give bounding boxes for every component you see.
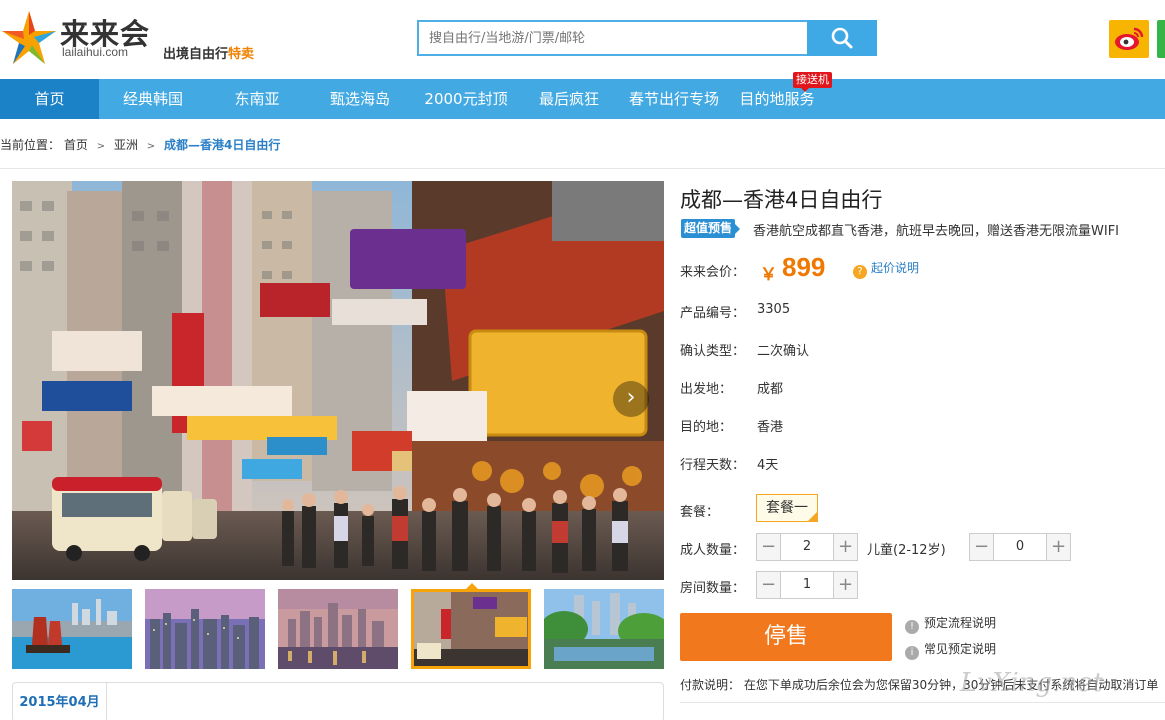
- adult-label: 成人数量：: [680, 543, 746, 558]
- logo-star-icon: [2, 11, 56, 64]
- payment-note-label: 付款说明：: [680, 678, 741, 692]
- booking-process-label: 预定流程说明: [924, 616, 997, 630]
- logo-domain: lailaihui.com: [62, 45, 129, 59]
- room-label: 房间数量：: [680, 581, 746, 596]
- room-minus-button[interactable]: −: [757, 572, 781, 598]
- breadcrumb-separator: >: [96, 141, 106, 152]
- product-id-value: 3305: [757, 302, 791, 317]
- price-label: 来来会价：: [680, 265, 746, 280]
- site-header: 来来会 lailaihui.com 出境自由行特卖: [0, 0, 1165, 79]
- booking-faq-link[interactable]: i 常见预定说明: [905, 640, 996, 660]
- search-bar: [417, 20, 877, 56]
- package-label: 套餐：: [680, 505, 720, 520]
- divider: [680, 702, 1165, 703]
- nav-badge-airport-transfer: 接送机: [793, 72, 832, 92]
- field-label: 行程天数：: [680, 458, 746, 473]
- hong-kong-street-photo: [12, 181, 664, 580]
- price-symbol: ￥: [760, 265, 777, 285]
- price-value: 899: [782, 252, 826, 282]
- field-label: 出发地：: [680, 382, 733, 397]
- breadcrumb-separator: >: [146, 141, 156, 152]
- adult-count-input[interactable]: 2: [782, 534, 832, 560]
- park-thumbnail: [544, 589, 664, 669]
- departure-calendar: 2015年04月: [12, 682, 664, 720]
- adult-stepper: − 2 +: [756, 533, 858, 561]
- child-count-input[interactable]: 0: [995, 534, 1045, 560]
- nav-home[interactable]: 首页: [0, 79, 99, 119]
- stop-sale-button[interactable]: 停售: [680, 613, 892, 661]
- next-photo-button[interactable]: ›: [613, 381, 649, 417]
- breadcrumb-current: 成都—香港4日自由行: [163, 138, 281, 152]
- room-plus-button[interactable]: +: [833, 572, 857, 598]
- search-icon: [831, 27, 853, 49]
- child-stepper: − 0 +: [969, 533, 1071, 561]
- child-minus-button[interactable]: −: [970, 534, 994, 560]
- promo-badge: 超值预售: [681, 219, 741, 238]
- adult-plus-button[interactable]: +: [833, 534, 857, 560]
- breadcrumb: 当前位置： 首页 > 亚洲 > 成都—香港4日自由行: [0, 137, 280, 153]
- harbor-junk-thumbnail: [12, 589, 132, 669]
- field-label: 产品编号：: [680, 306, 746, 321]
- thumbnail[interactable]: [12, 589, 132, 669]
- nav-korea[interactable]: 经典韩国: [99, 79, 207, 119]
- victoria-harbour-thumbnail: [278, 589, 398, 669]
- info-icon: !: [905, 620, 919, 634]
- field-label: 目的地：: [680, 420, 733, 435]
- thumbnail[interactable]: [145, 589, 265, 669]
- thumbnail-strip: [12, 589, 664, 669]
- duration-value: 4天: [757, 458, 779, 473]
- promo-text: 香港航空成都直飞香港，航班早去晚回，赠送香港无限流量WIFI: [753, 224, 1119, 239]
- nav-islands[interactable]: 甄选海岛: [307, 79, 413, 119]
- confirm-type-value: 二次确认: [757, 344, 810, 359]
- calendar-month[interactable]: 2015年04月: [13, 683, 107, 720]
- divider: [0, 168, 1165, 169]
- wechat-icon[interactable]: [1157, 20, 1165, 58]
- breadcrumb-prefix: 当前位置：: [0, 138, 61, 152]
- nav-last-minute[interactable]: 最后疯狂: [519, 79, 619, 119]
- watermark: LvXing.net: [960, 668, 1104, 698]
- weibo-button[interactable]: [1109, 20, 1149, 58]
- booking-process-link[interactable]: ! 预定流程说明: [905, 614, 996, 634]
- room-count-input[interactable]: 1: [782, 572, 832, 598]
- search-input[interactable]: [417, 20, 807, 56]
- info-icon: i: [905, 646, 919, 660]
- slogan-main: 出境自由行: [163, 47, 229, 62]
- child-plus-button[interactable]: +: [1046, 534, 1070, 560]
- skyline-dusk-thumbnail: [145, 589, 265, 669]
- main-nav: 首页 经典韩国 东南亚 甄选海岛 2000元封顶 最后疯狂 春节出行专场 目的地…: [0, 79, 1165, 119]
- room-stepper: − 1 +: [756, 571, 858, 599]
- breadcrumb-asia[interactable]: 亚洲: [114, 137, 138, 153]
- weibo-icon: [1115, 27, 1144, 50]
- departure-value: 成都: [757, 382, 784, 397]
- site-logo[interactable]: 来来会 lailaihui.com 出境自由行特卖: [0, 5, 300, 69]
- chevron-right-icon: ›: [626, 385, 636, 410]
- price-help-label: 起价说明: [871, 261, 920, 275]
- booking-faq-label: 常见预定说明: [924, 642, 997, 656]
- breadcrumb-home[interactable]: 首页: [64, 137, 88, 153]
- question-icon: ?: [853, 265, 867, 279]
- product-title: 成都—香港4日自由行: [680, 188, 883, 212]
- package-option[interactable]: 套餐一: [756, 494, 818, 522]
- nav-2000-cap[interactable]: 2000元封顶: [413, 79, 519, 119]
- field-label: 确认类型：: [680, 344, 746, 359]
- destination-value: 香港: [757, 420, 784, 435]
- adult-minus-button[interactable]: −: [757, 534, 781, 560]
- price-help-link[interactable]: ? 起价说明: [853, 259, 919, 279]
- nav-spring-festival[interactable]: 春节出行专场: [619, 79, 729, 119]
- search-button[interactable]: [807, 20, 877, 56]
- nav-southeast-asia[interactable]: 东南亚: [207, 79, 307, 119]
- thumbnail-selected[interactable]: [411, 589, 531, 669]
- main-photo[interactable]: [12, 181, 664, 580]
- thumbnail[interactable]: [278, 589, 398, 669]
- child-label: 儿童(2-12岁): [867, 543, 946, 558]
- street-market-thumbnail: [411, 589, 531, 669]
- thumbnail[interactable]: [544, 589, 664, 669]
- slogan-highlight: 特卖: [228, 47, 255, 62]
- logo-slogan: 出境自由行特卖: [163, 43, 254, 62]
